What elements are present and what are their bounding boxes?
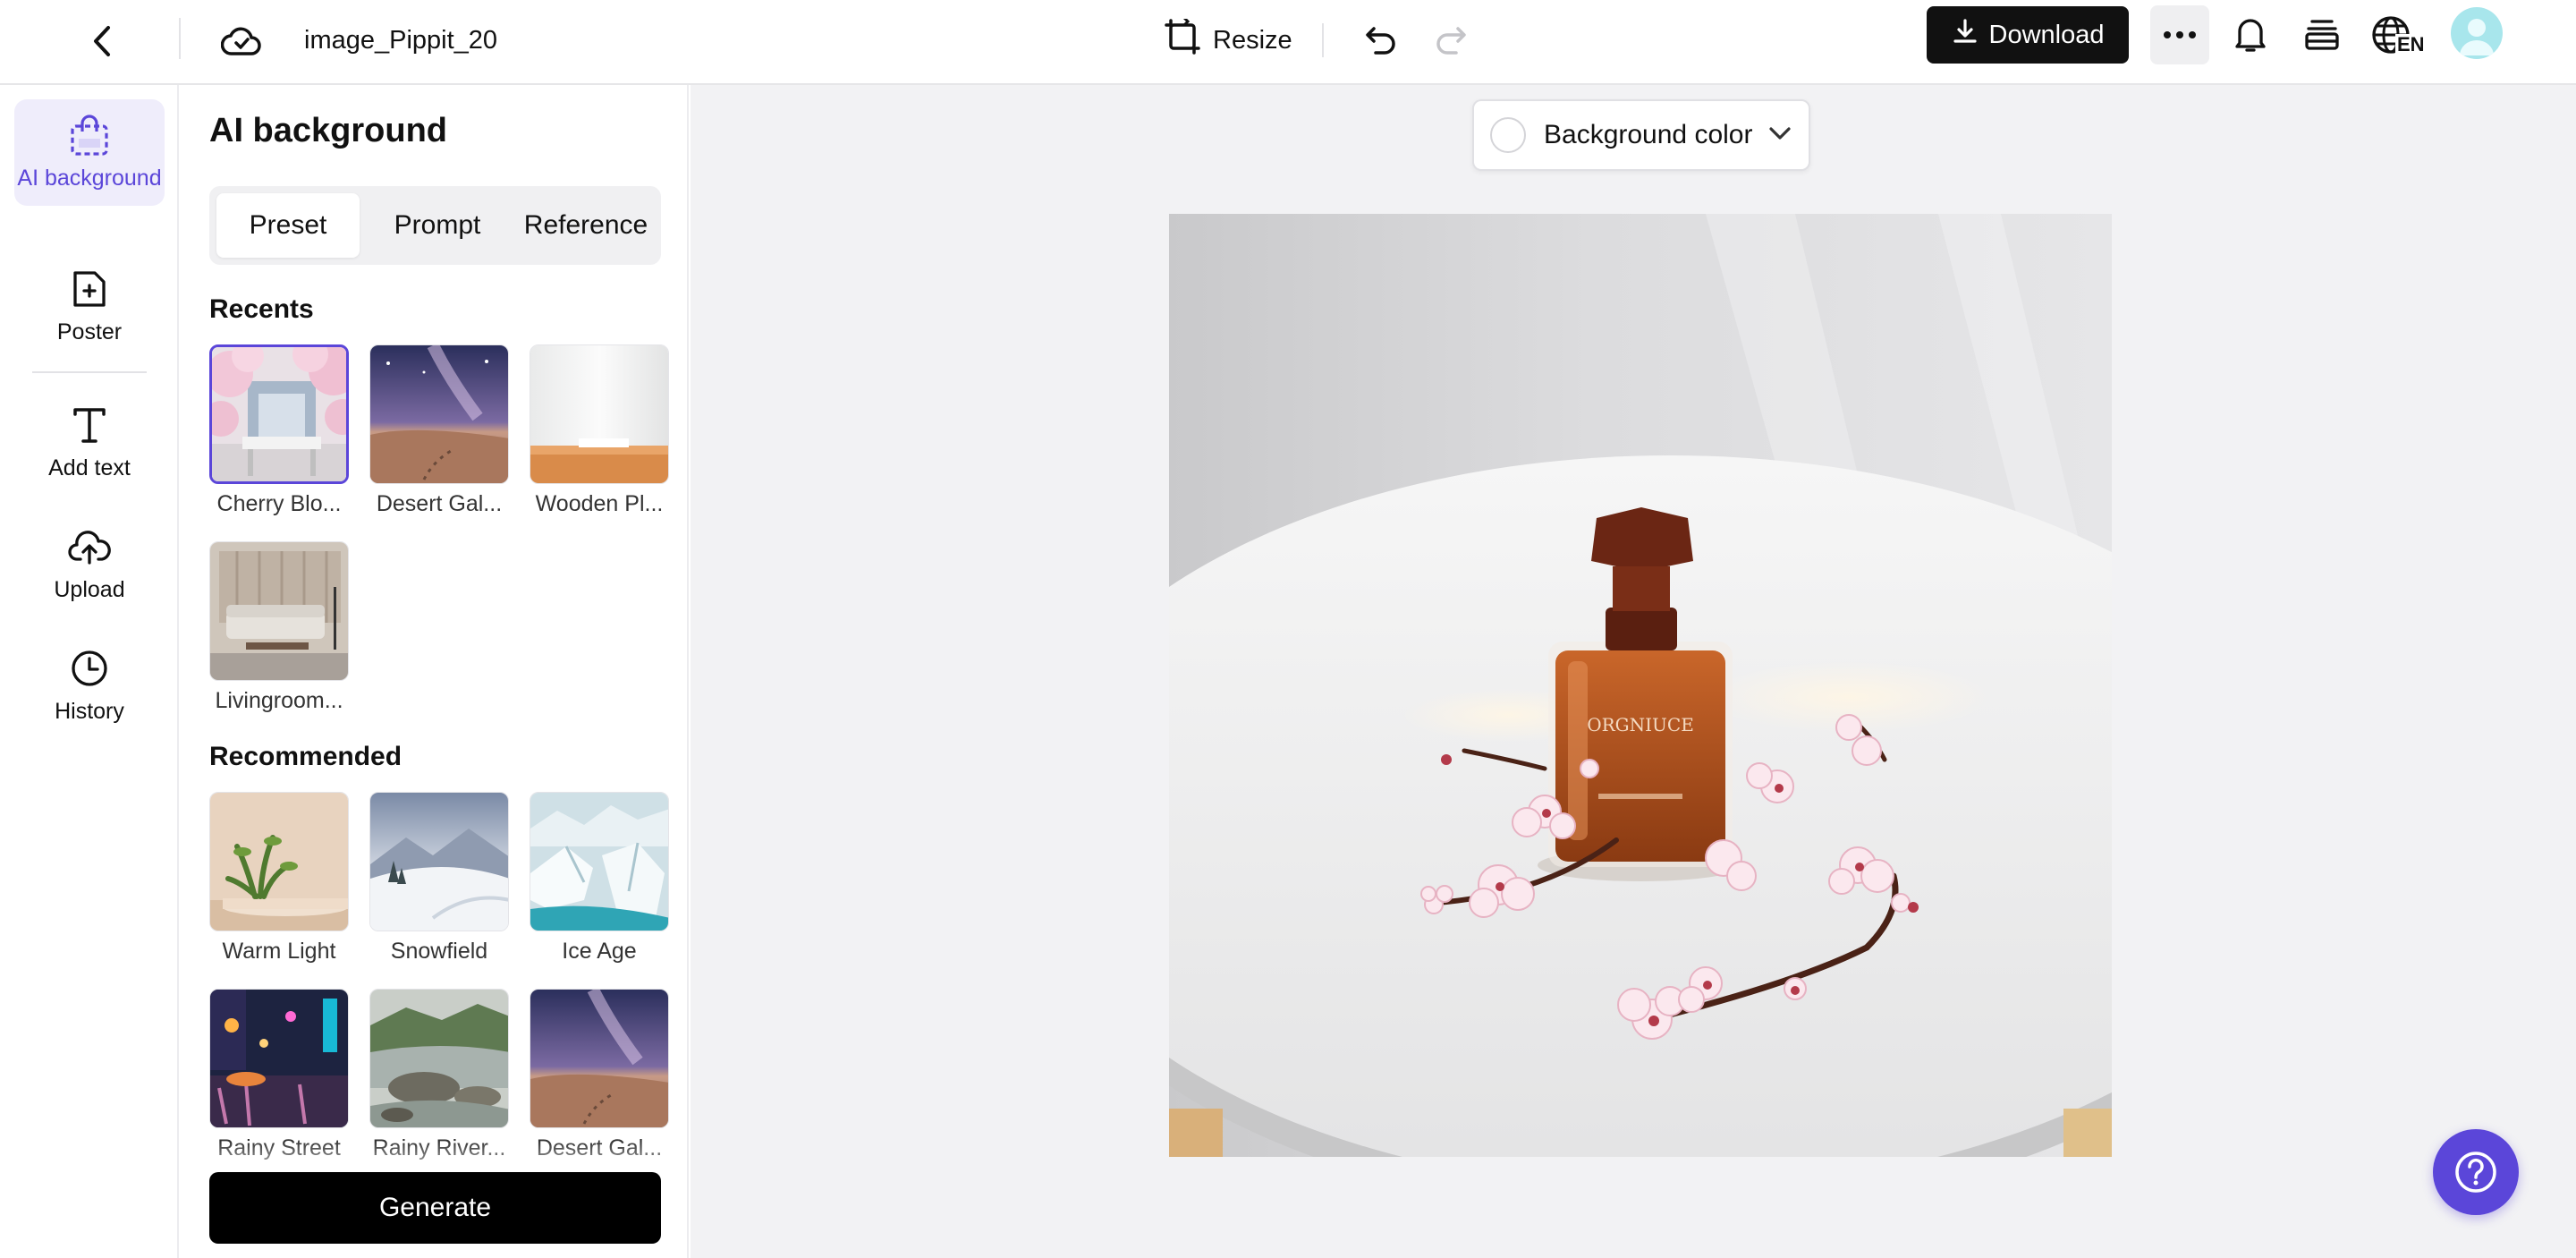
download-button[interactable]: Download	[1927, 6, 2129, 64]
preset-thumb-rainy-river[interactable]: Rainy River...	[369, 989, 511, 1161]
preset-thumb-wooden-platform[interactable]: Wooden Pl...	[530, 344, 671, 517]
thumb-image	[209, 792, 349, 931]
bottle-label-text: ORGNIUCE	[1587, 714, 1694, 735]
thumb-image	[209, 541, 349, 681]
thumb-image	[530, 989, 669, 1128]
redo-icon[interactable]	[1426, 14, 1476, 64]
text-icon	[64, 400, 114, 450]
thumb-label: Desert Gal...	[376, 491, 503, 516]
resize-button[interactable]: Resize	[1159, 13, 1298, 68]
preset-thumb-ice-age[interactable]: Ice Age	[530, 792, 671, 965]
ai-background-panel: AI background Preset Prompt Reference Re…	[181, 85, 689, 1258]
thumb-image	[369, 989, 509, 1128]
divider	[1322, 23, 1324, 57]
preset-thumb-cherry-blossom[interactable]: Cherry Blo...	[209, 344, 351, 517]
resize-label: Resize	[1213, 25, 1292, 55]
file-name[interactable]: image_Pippit_20	[304, 18, 496, 63]
top-bar: image_Pippit_20 Resize Download EN	[0, 0, 2576, 85]
thumb-label: Snowfield	[390, 939, 488, 964]
tab-reference[interactable]: Reference	[513, 193, 658, 258]
generate-button[interactable]: Generate	[209, 1172, 661, 1244]
help-icon[interactable]	[2433, 1129, 2519, 1215]
more-options-icon[interactable]	[2150, 5, 2209, 64]
rail-item-label: Poster	[56, 319, 123, 344]
thumb-image	[369, 344, 509, 484]
language-code: EN	[2395, 33, 2427, 55]
thumb-label: Warm Light	[222, 939, 336, 964]
rail-item-history[interactable]: History	[14, 643, 165, 725]
avatar[interactable]	[2451, 7, 2503, 59]
panel-title: AI background	[209, 112, 448, 149]
thumb-label: Livingroom...	[215, 688, 343, 713]
mode-tabs: Preset Prompt Reference	[209, 186, 661, 265]
tab-preset[interactable]: Preset	[216, 193, 360, 258]
preset-thumb-livingroom[interactable]: Livingroom...	[209, 541, 351, 714]
thumb-image	[530, 792, 669, 931]
notification-bell-icon[interactable]	[2225, 9, 2275, 59]
thumb-image	[209, 344, 349, 484]
product-image[interactable]: ORGNIUCE	[1169, 214, 2112, 1157]
thumb-label: Wooden Pl...	[535, 491, 664, 516]
poster-icon	[64, 264, 114, 314]
resize-icon	[1165, 16, 1200, 62]
cloud-upload-icon	[64, 522, 114, 572]
download-icon	[1952, 18, 1979, 52]
download-label: Download	[1988, 20, 2105, 49]
recommended-heading: Recommended	[209, 742, 402, 771]
undo-icon[interactable]	[1356, 14, 1406, 64]
rail-item-ai-background[interactable]: AI background	[14, 99, 165, 206]
rail-item-add-text[interactable]: Add text	[14, 400, 165, 481]
preset-thumb-warm-light[interactable]: Warm Light	[209, 792, 351, 965]
left-rail: AI background Poster Add text Upload His…	[0, 85, 179, 1258]
preset-thumb-snowfield[interactable]: Snowfield	[369, 792, 511, 965]
thumb-image	[369, 792, 509, 931]
thumb-image	[209, 989, 349, 1128]
tab-prompt[interactable]: Prompt	[370, 193, 504, 258]
thumb-label: Ice Age	[562, 939, 637, 964]
thumb-label: Cherry Blo...	[216, 491, 342, 516]
preset-thumb-desert-galaxy[interactable]: Desert Gal...	[369, 344, 511, 517]
background-color-dropdown[interactable]: Background color	[1472, 99, 1810, 171]
chevron-down-icon	[1767, 124, 1792, 147]
language-switcher[interactable]: EN	[2367, 7, 2429, 63]
preset-thumb-desert-galaxy-2[interactable]: Desert Gal...	[530, 989, 671, 1161]
divider	[32, 371, 147, 373]
bag-icon	[64, 110, 114, 160]
back-icon[interactable]	[77, 16, 127, 66]
clock-icon	[64, 643, 114, 693]
color-swatch	[1490, 117, 1526, 153]
divider	[179, 18, 181, 59]
rail-item-label: Add text	[48, 455, 131, 480]
rail-item-upload[interactable]: Upload	[14, 522, 165, 603]
thumb-label: Desert Gal...	[536, 1135, 663, 1160]
thumb-label: Rainy Street	[217, 1135, 341, 1160]
rail-item-label: Upload	[54, 577, 125, 602]
preset-thumb-rainy-street[interactable]: Rainy Street	[209, 989, 351, 1161]
cloud-sync-icon[interactable]	[215, 14, 268, 68]
layers-icon[interactable]	[2297, 9, 2347, 59]
thumb-image	[530, 344, 669, 484]
rail-item-label: History	[55, 699, 124, 724]
background-color-label: Background color	[1544, 120, 1753, 149]
rail-item-label: AI background	[17, 166, 162, 191]
rail-item-poster[interactable]: Poster	[14, 264, 165, 345]
thumb-label: Rainy River...	[372, 1135, 506, 1160]
recents-heading: Recents	[209, 294, 314, 324]
